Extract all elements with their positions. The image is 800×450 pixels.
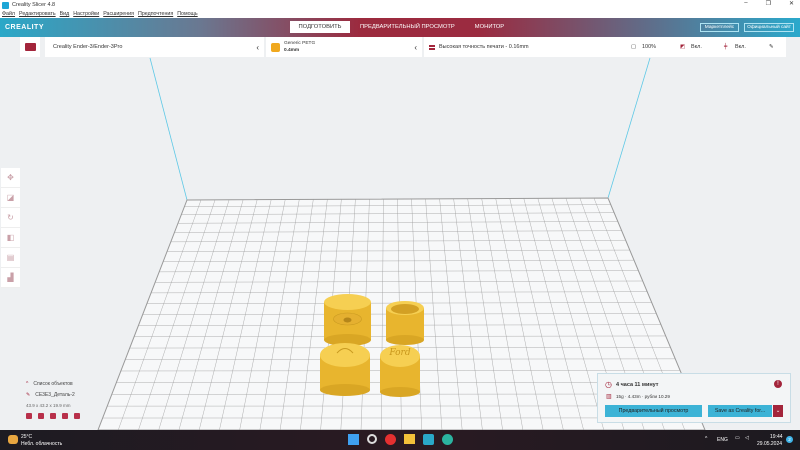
quality-icon xyxy=(429,44,435,50)
build-volume-edge xyxy=(149,57,188,201)
tab-prepare[interactable]: ПОДГОТОВИТЬ xyxy=(290,21,350,33)
preview-button[interactable]: Предварительный просмотр xyxy=(605,405,702,417)
clock-time[interactable]: 19:44 xyxy=(770,434,783,440)
print-settings-selector[interactable]: Высокая точность печати - 0.16mm ▢ 100% … xyxy=(424,37,786,57)
support-icon: ◩ xyxy=(680,44,686,50)
object-panel: ^ Список объектов ✎ CE3E3_Деталь-2 43.9 x … xyxy=(26,381,80,419)
infill-value: 100% xyxy=(642,44,657,50)
notification-badge[interactable]: 2 xyxy=(786,436,793,443)
menu-extensions[interactable]: Расширения xyxy=(103,11,134,17)
printer-name: Creality Ender-3/Ender-3Pro xyxy=(53,44,123,50)
rotate-tool-icon[interactable]: ↻ xyxy=(1,208,20,228)
file-explorer-icon[interactable] xyxy=(404,434,415,444)
marketplace-button[interactable]: Маркетплейс xyxy=(700,23,739,32)
taskbar: 25°C Небл. облачность ^ ENG ▭ ◁ 19:44 29… xyxy=(0,430,800,450)
scale-tool-icon[interactable]: ◪ xyxy=(1,188,20,208)
clock-date[interactable]: 29.05.2024 xyxy=(757,441,782,447)
header: CREALITY ПОДГОТОВИТЬ ПРЕДВАРИТЕЛЬНЫЙ ПРО… xyxy=(0,18,800,37)
cube-icon[interactable] xyxy=(38,413,44,419)
menu-file[interactable]: Файл xyxy=(2,11,15,17)
profile-name: Высокая точность печати - 0.16mm xyxy=(439,44,529,50)
model-ford-cap[interactable]: Ford xyxy=(380,345,420,397)
print-time: 4 часа 11 минут xyxy=(616,382,659,388)
filament-icon: ▥ xyxy=(606,394,612,400)
maximize-button[interactable]: ❐ xyxy=(766,0,771,7)
volume-icon[interactable]: ◁ xyxy=(745,435,749,441)
adhesion-value: Вкл. xyxy=(735,44,746,50)
support-value: Вкл. xyxy=(691,44,702,50)
start-icon[interactable] xyxy=(348,434,359,445)
edit-pencil-icon[interactable]: ✎ xyxy=(769,44,774,50)
duplicate-icon[interactable] xyxy=(62,413,68,419)
search-icon[interactable] xyxy=(367,434,377,444)
menu-preferences[interactable]: Предпочтения xyxy=(138,11,173,17)
yandex-browser-icon[interactable] xyxy=(385,434,396,445)
support-blocker-icon[interactable]: ▟ xyxy=(1,268,20,288)
chevron-up-icon[interactable]: ^ xyxy=(26,381,28,387)
arrange-icon[interactable] xyxy=(26,413,32,419)
title-bar: Creality Slicer 4.8 – ❐ ✕ xyxy=(0,0,800,10)
folder-icon xyxy=(24,43,36,51)
weather-desc: Небл. облачность xyxy=(21,441,63,447)
tab-monitor[interactable]: МОНИТОР xyxy=(465,21,514,33)
close-button[interactable]: ✕ xyxy=(789,0,794,7)
left-toolbar: ✥ ◪ ↻ ◧ ▤ ▟ xyxy=(1,168,20,288)
model-cylinder[interactable] xyxy=(386,301,424,345)
weather-temp: 25°C xyxy=(21,434,33,440)
menu-bar: Файл Редактировать Вид Настройки Расшире… xyxy=(0,10,800,18)
menu-view[interactable]: Вид xyxy=(60,11,70,17)
network-icon[interactable]: ▭ xyxy=(735,435,740,441)
menu-help[interactable]: Помощь xyxy=(177,11,197,17)
material-selector[interactable]: Generic PETG 0.4mm ‹ xyxy=(266,37,422,57)
save-options-chevron-icon[interactable]: ⌄ xyxy=(773,405,783,417)
pencil-icon[interactable]: ✎ xyxy=(26,392,30,398)
language-indicator[interactable]: ENG xyxy=(717,437,728,443)
infill-icon: ▢ xyxy=(631,44,637,50)
brand-logo: CREALITY xyxy=(5,24,44,31)
mirror-tool-icon[interactable]: ◧ xyxy=(1,228,20,248)
weather-icon xyxy=(8,435,18,444)
object-dimensions: 43.9 x 43.2 x 19.9 mm xyxy=(26,403,71,408)
nozzle-size: 0.4mm xyxy=(284,47,300,53)
clock-icon: ◷ xyxy=(605,380,612,389)
material-usage: 15g · 4.43m · рубли 10.29 xyxy=(616,394,670,399)
info-icon[interactable]: ! xyxy=(774,380,782,388)
window-title: Creality Slicer 4.8 xyxy=(12,2,56,8)
open-file-button[interactable] xyxy=(20,37,40,57)
tab-preview[interactable]: ПРЕДВАРИТЕЛЬНЫЙ ПРОСМОТР xyxy=(350,21,465,33)
edge-icon[interactable] xyxy=(442,434,453,445)
tray-chevron-icon[interactable]: ^ xyxy=(705,436,707,442)
model-knob-cap[interactable] xyxy=(320,343,370,396)
model-cylinder[interactable] xyxy=(324,294,371,346)
chevron-left-icon: ‹ xyxy=(256,42,259,52)
move-tool-icon[interactable]: ✥ xyxy=(1,168,20,188)
chevron-left-icon: ‹ xyxy=(414,42,417,52)
svg-text:Ford: Ford xyxy=(388,348,410,358)
material-name: Generic PETG xyxy=(284,40,316,46)
object-name: CE3E3_Деталь-2 xyxy=(35,392,75,398)
per-model-settings-icon[interactable]: ▤ xyxy=(1,248,20,268)
save-button[interactable]: Save as Creality for... xyxy=(708,405,772,417)
official-site-button[interactable]: Официальный сайт xyxy=(744,23,794,32)
menu-edit[interactable]: Редактировать xyxy=(19,11,56,17)
print-estimate-panel: ◷ 4 часа 11 минут ! ▥ 15g · 4.43m · рубл… xyxy=(597,373,791,423)
adhesion-icon: ┿ xyxy=(724,44,728,50)
minimize-button[interactable]: – xyxy=(744,0,747,7)
delete-icon[interactable] xyxy=(74,413,80,419)
app-logo-icon xyxy=(2,1,9,9)
lay-flat-icon[interactable] xyxy=(50,413,56,419)
material-icon xyxy=(271,42,280,52)
menu-settings[interactable]: Настройки xyxy=(73,11,99,17)
build-volume-edge xyxy=(607,57,651,199)
object-list-toggle[interactable]: Список объектов xyxy=(33,381,72,387)
printer-selector[interactable]: Creality Ender-3/Ender-3Pro ‹ xyxy=(45,37,264,57)
creality-slicer-icon[interactable] xyxy=(423,434,434,445)
